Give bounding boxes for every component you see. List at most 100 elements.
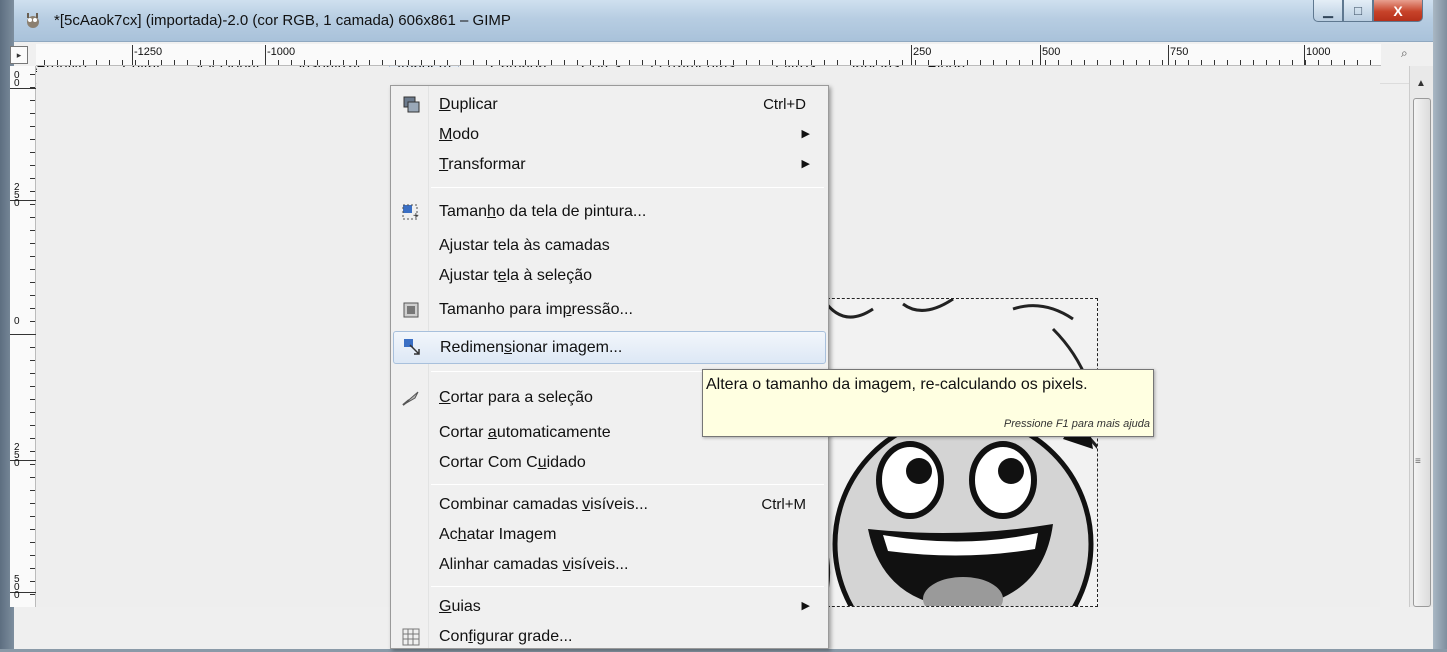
menu-item-redimensionar[interactable]: Redimensionar imagem... — [393, 331, 826, 364]
ruler-tick — [1253, 60, 1254, 65]
ruler-tick — [30, 555, 35, 556]
ruler-tick — [798, 60, 799, 65]
menu-item-alinhar[interactable]: Alinhar camadas visíveis... — [393, 550, 826, 580]
ruler-label: 0 — [14, 316, 20, 327]
ruler-tick — [629, 60, 630, 65]
maximize-button[interactable]: □ — [1343, 0, 1373, 22]
ruler-major-tick — [1040, 45, 1041, 65]
ruler-tick — [30, 503, 35, 504]
ruler-major-tick — [132, 45, 133, 65]
minimize-button[interactable]: ▁ — [1313, 0, 1343, 22]
ruler-tick — [1006, 60, 1007, 65]
ruler-tick — [30, 438, 35, 439]
ruler-tick — [525, 60, 526, 65]
ruler-tick — [30, 217, 35, 218]
ruler-tick — [668, 60, 669, 65]
ruler-tick — [30, 386, 35, 387]
ruler-tick — [317, 60, 318, 65]
menu-item-tamanho-tela[interactable]: + Tamanho da tela de pintura... — [393, 197, 826, 227]
ruler-major-tick — [265, 45, 266, 65]
ruler-tick — [135, 60, 136, 65]
ruler-tick — [1214, 60, 1215, 65]
scrollbar-thumb[interactable] — [1413, 98, 1431, 607]
zoom-icon[interactable]: ⌕ — [1401, 46, 1419, 64]
ruler-tick — [590, 60, 591, 65]
close-button[interactable]: X — [1373, 0, 1423, 22]
image-preview[interactable] — [812, 298, 1098, 607]
ruler-tick — [759, 60, 760, 65]
ruler-tick — [941, 60, 942, 65]
title-bar[interactable]: *[5cAaok7cx] (importada)-2.0 (cor RGB, 1… — [14, 0, 1433, 42]
menu-item-ajustar-camadas[interactable]: Ajustar tela às camadas — [393, 231, 826, 261]
ruler-tick — [30, 594, 35, 595]
canvas-size-icon: + — [402, 204, 419, 222]
menu-item-grade[interactable]: Configurar grade... — [393, 622, 826, 652]
menu-item-label: Transformar — [439, 156, 526, 173]
ruler-tick — [30, 165, 35, 166]
menu-item-label: Modo — [439, 126, 480, 143]
ruler-tick — [915, 60, 916, 65]
ruler-tick — [1357, 60, 1358, 65]
awesome-face-image — [813, 299, 1097, 606]
crop-knife-icon — [402, 391, 419, 406]
ruler-tick — [889, 60, 890, 65]
menu-item-transformar[interactable]: Transformar ▶ — [393, 150, 826, 180]
ruler-tick — [30, 425, 35, 426]
window-title: *[5cAaok7cx] (importada)-2.0 (cor RGB, 1… — [54, 12, 511, 29]
ruler-tick — [30, 373, 35, 374]
menu-separator — [431, 484, 824, 485]
ruler-tick — [1136, 60, 1137, 65]
navigate-icon[interactable]: ▸ — [10, 46, 28, 64]
menu-item-duplicar[interactable]: Duplicar Ctrl+D — [393, 90, 826, 120]
ruler-tick — [1266, 60, 1267, 65]
ruler-tick — [1071, 60, 1072, 65]
ruler-tick — [30, 516, 35, 517]
ruler-tick — [564, 60, 565, 65]
ruler-tick — [161, 60, 162, 65]
tooltip-text: Altera o tamanho da imagem, re-calculand… — [706, 376, 1088, 393]
ruler-tick — [1058, 60, 1059, 65]
ruler-tick — [1162, 60, 1163, 65]
desktop-right-edge — [1433, 0, 1447, 649]
ruler-tick — [356, 60, 357, 65]
ruler-tick — [1110, 60, 1111, 65]
ruler-tick — [30, 204, 35, 205]
ruler-tick — [30, 529, 35, 530]
ruler-major-tick — [1168, 45, 1169, 65]
ruler-tick — [30, 243, 35, 244]
menu-item-ajustar-selecao[interactable]: Ajustar tela à seleção — [393, 261, 826, 291]
ruler-tick — [57, 60, 58, 65]
window-controls: ▁ □ X — [1313, 0, 1423, 22]
ruler-tick — [902, 60, 903, 65]
menu-item-cortar-cuidado[interactable]: Cortar Com Cuidado — [393, 448, 826, 478]
ruler-tick — [30, 191, 35, 192]
menu-item-guias[interactable]: Guias ▶ — [393, 592, 826, 622]
ruler-tick — [460, 60, 461, 65]
ruler-tick — [343, 60, 344, 65]
scroll-up-icon[interactable]: ▲ — [1416, 78, 1426, 89]
ruler-tick — [252, 60, 253, 65]
ruler-tick — [30, 230, 35, 231]
ruler-tick — [1175, 60, 1176, 65]
menu-item-label: Alinhar camadas visíveis... — [439, 556, 629, 573]
menu-item-label: Duplicar — [439, 96, 498, 113]
vertical-scrollbar[interactable]: ▲ ≡ — [1409, 66, 1433, 607]
ruler-tick — [30, 568, 35, 569]
ruler-tick — [772, 60, 773, 65]
ruler-tick — [1370, 60, 1371, 65]
menu-item-tamanho-impressao[interactable]: Tamanho para impressão... — [393, 295, 826, 325]
menu-item-modo[interactable]: Modo ▶ — [393, 120, 826, 150]
ruler-tick — [447, 60, 448, 65]
menu-item-achatar[interactable]: Achatar Imagem — [393, 520, 826, 550]
shortcut-label: Ctrl+D — [763, 96, 806, 113]
menu-item-label: Ajustar tela à seleção — [439, 267, 592, 284]
imagem-menu: Duplicar Ctrl+D Modo ▶ Transformar ▶ + T… — [390, 85, 829, 649]
ruler-tick — [434, 60, 435, 65]
ruler-tick — [30, 360, 35, 361]
ruler-tick — [954, 60, 955, 65]
submenu-arrow-icon: ▶ — [801, 600, 810, 612]
menu-item-label: Cortar para a seleção — [439, 389, 593, 406]
menu-item-label: Combinar camadas visíveis... — [439, 496, 648, 513]
menu-item-combinar[interactable]: Combinar camadas visíveis... Ctrl+M — [393, 490, 826, 520]
ruler-tick — [499, 60, 500, 65]
